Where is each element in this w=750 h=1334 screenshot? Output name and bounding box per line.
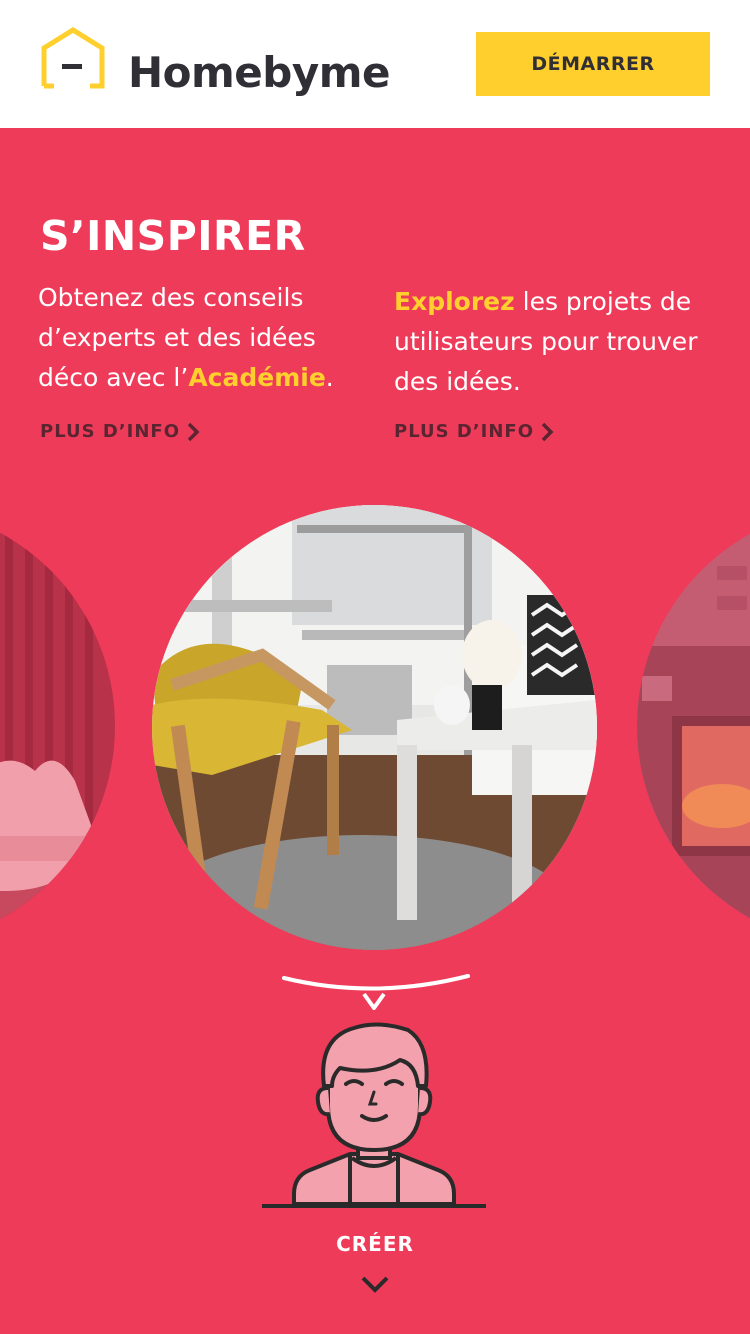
living-room-yellow-chair-image — [152, 505, 597, 950]
section-title: S’INSPIRER — [40, 212, 306, 260]
carousel-slide-next[interactable] — [637, 506, 750, 946]
explore-more-info-link[interactable]: PLUS D’INFO — [394, 421, 554, 442]
pink-armchair-room-image — [0, 506, 115, 946]
more-info-label: PLUS D’INFO — [40, 421, 181, 442]
homebyme-logo[interactable]: Homebyme — [40, 26, 390, 102]
carousel-slide-previous[interactable] — [0, 506, 115, 946]
start-button[interactable]: DÉMARRER — [476, 32, 710, 96]
academy-highlight[interactable]: Académie — [188, 363, 325, 392]
chevron-right-icon — [187, 422, 200, 441]
academy-text-end: . — [325, 363, 334, 392]
create-label: CRÉER — [336, 1232, 414, 1256]
house-logo-icon — [41, 27, 105, 89]
logo-text: Homebyme — [128, 48, 390, 97]
academy-more-info-link[interactable]: PLUS D’INFO — [40, 421, 200, 442]
carousel-slide-current[interactable] — [152, 505, 597, 950]
more-info-label: PLUS D’INFO — [394, 421, 535, 442]
chevron-right-icon — [541, 422, 554, 441]
fireplace-stove-image — [637, 506, 750, 946]
header: Homebyme DÉMARRER — [0, 0, 750, 128]
explore-highlight[interactable]: Explorez — [394, 287, 515, 316]
chevron-down-icon[interactable] — [360, 1274, 390, 1294]
explore-description: Explorez les projets de utilisateurs pou… — [394, 282, 724, 402]
inspiration-carousel[interactable] — [0, 505, 750, 955]
academy-description: Obtenez des conseils d’experts et des id… — [38, 278, 368, 398]
user-avatar-illustration — [262, 974, 486, 1208]
